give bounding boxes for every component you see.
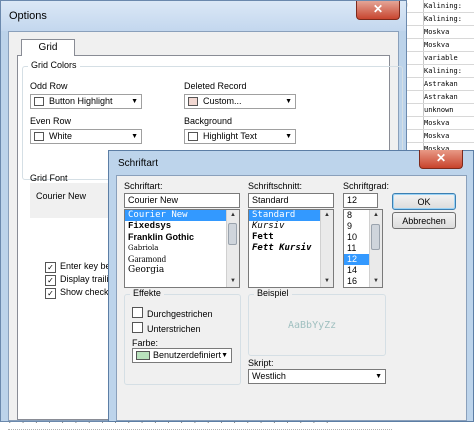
deleted-record-swatch	[188, 97, 198, 106]
font-size-input[interactable]: 12	[343, 193, 378, 208]
font-list-item[interactable]: Gabriola	[125, 243, 239, 254]
font-dialog-body: Schriftart: Courier New Courier New Fixed…	[116, 175, 467, 421]
odd-row-value: Button Highlight	[49, 96, 113, 106]
font-list-item[interactable]: Courier New	[125, 210, 239, 221]
grid-timezone-cell: Moskva	[422, 130, 474, 143]
font-size-label: Schriftgrad:	[343, 181, 390, 191]
scroll-down-icon[interactable]: ▼	[227, 276, 239, 287]
font-name-input[interactable]: Courier New	[124, 193, 240, 208]
grid-colors-label: Grid Colors	[28, 60, 80, 70]
scroll-down-icon[interactable]: ▼	[370, 276, 382, 287]
even-row-color-picker[interactable]: White ▼	[30, 129, 142, 144]
grid-timezone-cell: Moskva	[422, 26, 474, 39]
deleted-record-label: Deleted Record	[184, 81, 247, 91]
font-list-item[interactable]: Fixedsys	[125, 221, 239, 232]
effects-label: Effekte	[130, 288, 164, 298]
chevron-down-icon: ▼	[375, 373, 382, 380]
color-label: Farbe:	[132, 338, 159, 348]
color-combo[interactable]: Benutzerdefiniert ▼	[132, 348, 232, 363]
font-size-list[interactable]: 8 9 10 11 12 14 16 ▲ ▼	[343, 209, 383, 288]
font-dialog-close-button[interactable]: ✕	[419, 150, 463, 169]
grid-timezone-cell: Astrakan	[422, 78, 474, 91]
even-row-swatch	[34, 132, 44, 141]
odd-row-swatch	[34, 97, 44, 106]
sample-text: AaBbYyZz	[288, 320, 337, 331]
deleted-record-color-picker[interactable]: Custom... ▼	[184, 94, 296, 109]
background-value: Highlight Text	[203, 131, 257, 141]
color-value: Benutzerdefiniert	[153, 350, 222, 360]
grid-timezone-cell: unknown	[422, 104, 474, 117]
grid-font-label: Grid Font	[30, 173, 68, 183]
underline-label: Unterstrichen	[147, 324, 201, 334]
font-list-item[interactable]: Franklin Gothic	[125, 232, 239, 243]
cancel-button[interactable]: Abbrechen	[392, 212, 456, 229]
grid-timezone-cell: Kalining:	[422, 0, 474, 13]
grid-timezone-cell: Moskva	[422, 117, 474, 130]
font-name-label: Schriftart:	[124, 181, 163, 191]
chevron-down-icon: ▼	[221, 352, 228, 359]
odd-row-color-picker[interactable]: Button Highlight ▼	[30, 94, 142, 109]
font-dialog-title: Schriftart	[118, 158, 159, 169]
grid-timezone-cell: Moskva	[422, 39, 474, 52]
ok-button[interactable]: OK	[392, 193, 456, 210]
scroll-up-icon[interactable]: ▲	[370, 210, 382, 221]
options-close-button[interactable]: ✕	[356, 1, 400, 20]
checkbox-unchecked-icon	[132, 322, 143, 333]
scroll-thumb[interactable]	[228, 223, 237, 245]
grid-timezone-cell: Kalining:	[422, 13, 474, 26]
background-label: Background	[184, 116, 233, 126]
font-list-item[interactable]: Garamond	[125, 254, 239, 265]
underline-checkbox[interactable]: Unterstrichen	[132, 322, 201, 334]
script-combo[interactable]: Westlich ▼	[248, 369, 386, 384]
even-row-value: White	[49, 131, 73, 141]
font-dialog: Schriftart ✕ Schriftart: Courier New Cou…	[108, 150, 474, 422]
odd-row-label: Odd Row	[30, 81, 68, 91]
grid-timezone-cell: Astrakan	[422, 91, 474, 104]
chevron-down-icon: ▼	[131, 133, 138, 140]
background-swatch	[188, 132, 198, 141]
even-row-label: Even Row	[30, 116, 72, 126]
sample-label: Beispiel	[254, 288, 292, 298]
checkbox-checked-icon: ✓	[45, 262, 56, 273]
checkbox-unchecked-icon	[132, 307, 143, 318]
scroll-thumb[interactable]	[371, 224, 380, 250]
chevron-down-icon: ▼	[131, 98, 138, 105]
background-color-picker[interactable]: Highlight Text ▼	[184, 129, 296, 144]
checkbox-checked-icon: ✓	[45, 288, 56, 299]
tab-grid[interactable]: Grid	[21, 39, 75, 56]
strikeout-checkbox[interactable]: Durchgestrichen	[132, 307, 213, 319]
grid-timezone-cell: variable	[422, 52, 474, 65]
font-name-list[interactable]: Courier New Fixedsys Franklin Gothic Gabrio…	[124, 209, 240, 288]
checkbox-checked-icon: ✓	[45, 275, 56, 286]
font-style-list[interactable]: Standard Kursiv Fett Fett Kursiv ▲ ▼	[248, 209, 334, 288]
script-value: Westlich	[252, 371, 286, 381]
options-title: Options	[9, 10, 47, 22]
font-style-input[interactable]: Standard	[248, 193, 334, 208]
style-list-scrollbar[interactable]: ▲ ▼	[320, 210, 333, 287]
font-list-item[interactable]: Georgia	[125, 265, 239, 276]
deleted-record-value: Custom...	[203, 96, 242, 106]
scroll-up-icon[interactable]: ▲	[321, 210, 333, 221]
font-list-scrollbar[interactable]: ▲ ▼	[226, 210, 239, 287]
scroll-down-icon[interactable]: ▼	[321, 276, 333, 287]
size-list-scrollbar[interactable]: ▲ ▼	[369, 210, 382, 287]
script-label: Skript:	[248, 358, 274, 368]
strikeout-label: Durchgestrichen	[147, 309, 213, 319]
font-style-label: Schriftschnitt:	[248, 181, 303, 191]
grid-timezone-cell: Kalining:	[422, 65, 474, 78]
chevron-down-icon: ▼	[285, 133, 292, 140]
options-titlebar[interactable]: Options	[1, 1, 406, 31]
chevron-down-icon: ▼	[285, 98, 292, 105]
scroll-up-icon[interactable]: ▲	[227, 210, 239, 221]
color-swatch	[136, 351, 150, 360]
